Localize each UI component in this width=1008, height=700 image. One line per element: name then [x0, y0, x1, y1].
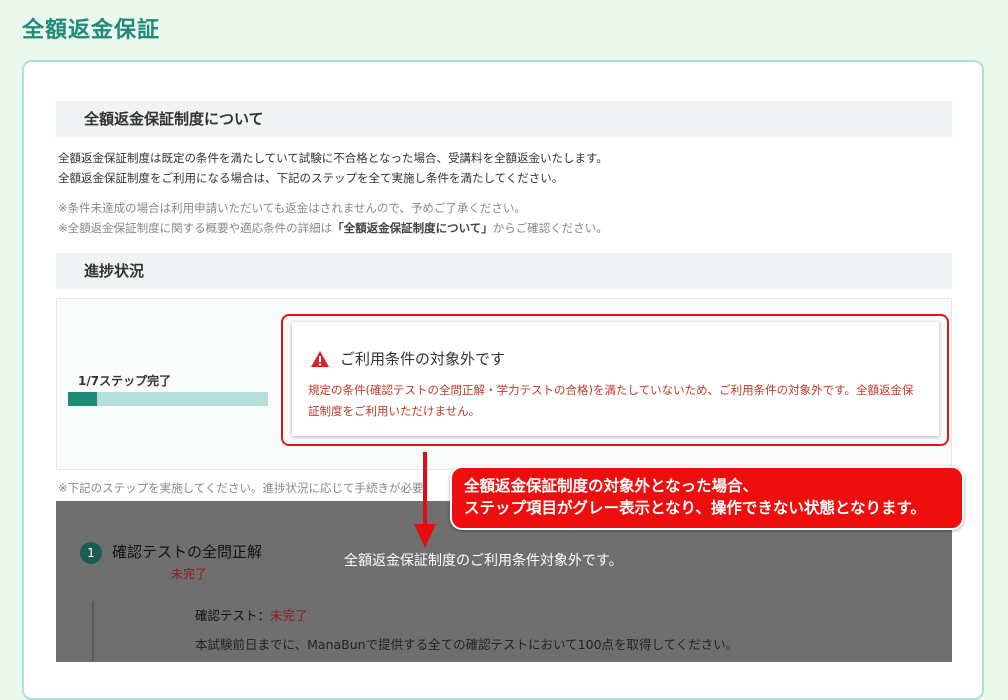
annotation-arrow-icon: [414, 452, 436, 548]
about-note-2-prefix: ※全額返金保証制度に関する概要や適応条件の詳細は: [58, 221, 333, 235]
step-status: 未完了: [171, 567, 208, 581]
about-note-1: ※条件未達成の場合は利用申請いただいても返金はされませんので、予めご了承ください…: [58, 201, 526, 215]
about-paragraph-2: 全額返金保証制度をご利用になる場合は、下記のステップを全て実施し条件を満たしてく…: [58, 171, 564, 185]
step-connector-line: [92, 601, 94, 662]
about-guarantee-link[interactable]: 「全額返金保証制度について」: [332, 221, 493, 235]
step-title: 確認テストの全問正解: [112, 543, 263, 561]
steps-complete-label: 1/7ステップ完了: [78, 374, 172, 388]
alert-message: 規定の条件(確認テストの全問正解・学力テストの合格)を満たしていないため、ご利用…: [308, 383, 914, 418]
callout-line-2: ステップ項目がグレー表示となり、操作できない状態となります。: [464, 499, 926, 517]
steps-instruction-note: ※下記のステップを実施してください。進捗状況に応じて手続きが必要: [58, 481, 424, 495]
about-section-heading: 全額返金保証制度について: [56, 101, 952, 137]
about-note-2: ※全額返金保証制度に関する概要や適応条件の詳細は「全額返金保証制度について」から…: [58, 220, 608, 236]
confirmation-test-text: 確認テスト：: [195, 608, 271, 623]
progress-bar-fill: [68, 392, 97, 406]
page-title: 全額返金保証: [22, 18, 161, 43]
alert-title: ご利用条件の対象外です: [340, 350, 506, 368]
progress-section-heading: 進捗状況: [56, 253, 952, 289]
about-paragraph-1: 全額返金保証制度は既定の条件を満たしていて試験に不合格となった場合、受講料を全額…: [58, 151, 608, 165]
overlay-ineligible-message: 全額返金保証制度のご利用条件対象外です。: [344, 553, 623, 569]
annotation-callout: 全額返金保証制度の対象外となった場合、 ステップ項目がグレー表示となり、操作でき…: [450, 466, 964, 530]
warning-icon: [311, 351, 329, 367]
callout-line-1: 全額返金保証制度の対象外となった場合、: [464, 477, 759, 495]
step-number-badge: 1: [80, 542, 102, 564]
confirmation-test-label: 確認テスト：未完了: [195, 605, 308, 624]
ineligible-alert: ご利用条件の対象外です 規定の条件(確認テストの全問正解・学力テストの合格)を満…: [292, 322, 939, 436]
progress-bar: [68, 392, 268, 406]
about-note-2-suffix: からご確認ください。: [492, 221, 608, 235]
confirmation-test-status: 未完了: [270, 608, 308, 623]
confirmation-test-description: 本試験前日までに、ManaBunで提供する全ての確認テストにおいて100点を取得…: [195, 637, 739, 652]
